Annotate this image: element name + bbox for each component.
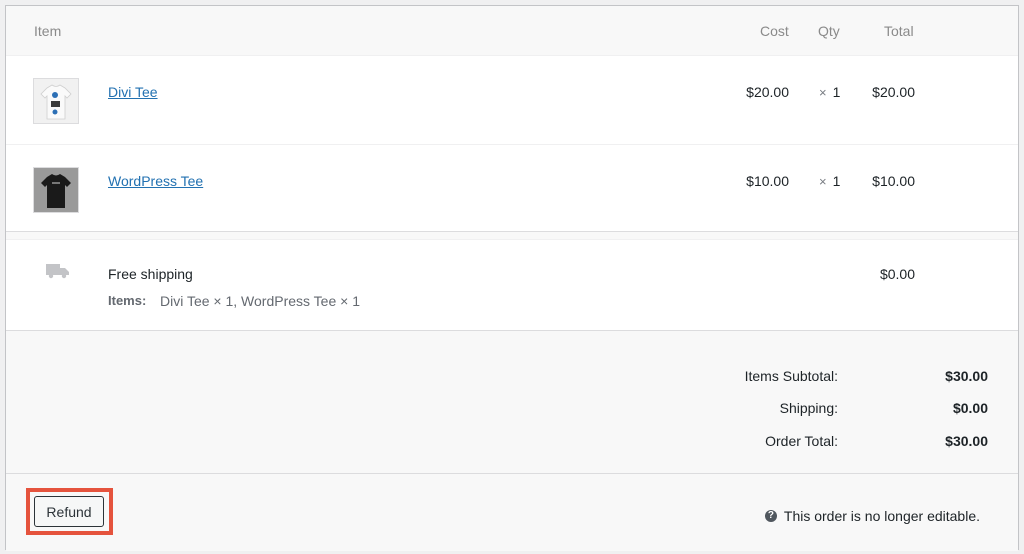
items-subtotal-label: Items Subtotal: xyxy=(744,368,838,384)
item-name-link[interactable]: WordPress Tee xyxy=(108,173,203,189)
section-divider xyxy=(6,231,1018,240)
item-qty-value: 1 xyxy=(832,173,841,189)
times-symbol: × xyxy=(819,174,827,189)
order-total-label: Order Total: xyxy=(765,433,838,449)
item-qty: × 1 xyxy=(819,173,840,189)
item-total: $20.00 xyxy=(872,84,915,100)
shipping-method: Free shipping xyxy=(108,266,193,282)
order-actions: Refund ? This order is no longer editabl… xyxy=(6,474,1018,551)
tshirt-white-icon xyxy=(34,79,78,123)
column-header-item: Item xyxy=(34,23,62,39)
not-editable-text: This order is no longer editable. xyxy=(783,508,980,524)
order-totals: Items Subtotal: $30.00 Shipping: $0.00 O… xyxy=(6,331,1018,474)
product-thumbnail[interactable] xyxy=(33,167,79,213)
shipping-items-value: Divi Tee × 1, WordPress Tee × 1 xyxy=(160,293,360,309)
help-icon[interactable]: ? xyxy=(764,510,777,522)
product-thumbnail[interactable] xyxy=(33,78,79,124)
item-cost: $20.00 xyxy=(746,84,789,100)
not-editable-notice: ? This order is no longer editable. xyxy=(764,508,980,524)
shipping-total: $0.00 xyxy=(879,266,915,282)
refund-highlight-box: Refund xyxy=(26,488,113,535)
column-header-qty: Qty xyxy=(818,23,840,39)
item-qty-value: 1 xyxy=(832,84,841,100)
column-header-total: Total xyxy=(884,23,914,39)
item-qty: × 1 xyxy=(819,84,840,100)
order-items-panel: Item Cost Qty Total Divi Tee $20.00 × 1 $… xyxy=(5,5,1019,551)
item-cost: $10.00 xyxy=(746,173,789,189)
shipping-row: Free shipping Items: Divi Tee × 1, WordP… xyxy=(6,240,1018,331)
shipping-value: $0.00 xyxy=(952,400,988,416)
table-header: Item Cost Qty Total xyxy=(6,6,1018,56)
times-symbol: × xyxy=(819,85,827,100)
table-row: Divi Tee $20.00 × 1 $20.00 xyxy=(6,56,1018,145)
shipping-items-label: Items: xyxy=(108,293,147,308)
items-subtotal-value: $30.00 xyxy=(945,368,988,384)
shipping-label: Shipping: xyxy=(779,400,838,416)
item-total: $10.00 xyxy=(872,173,915,189)
truck-icon xyxy=(46,263,70,282)
column-header-cost: Cost xyxy=(760,23,789,39)
order-total-value: $30.00 xyxy=(945,433,988,449)
table-row: WordPress Tee $10.00 × 1 $10.00 xyxy=(6,145,1018,234)
refund-button[interactable]: Refund xyxy=(34,496,104,527)
tshirt-black-icon xyxy=(34,168,78,212)
item-name-link[interactable]: Divi Tee xyxy=(108,84,158,100)
